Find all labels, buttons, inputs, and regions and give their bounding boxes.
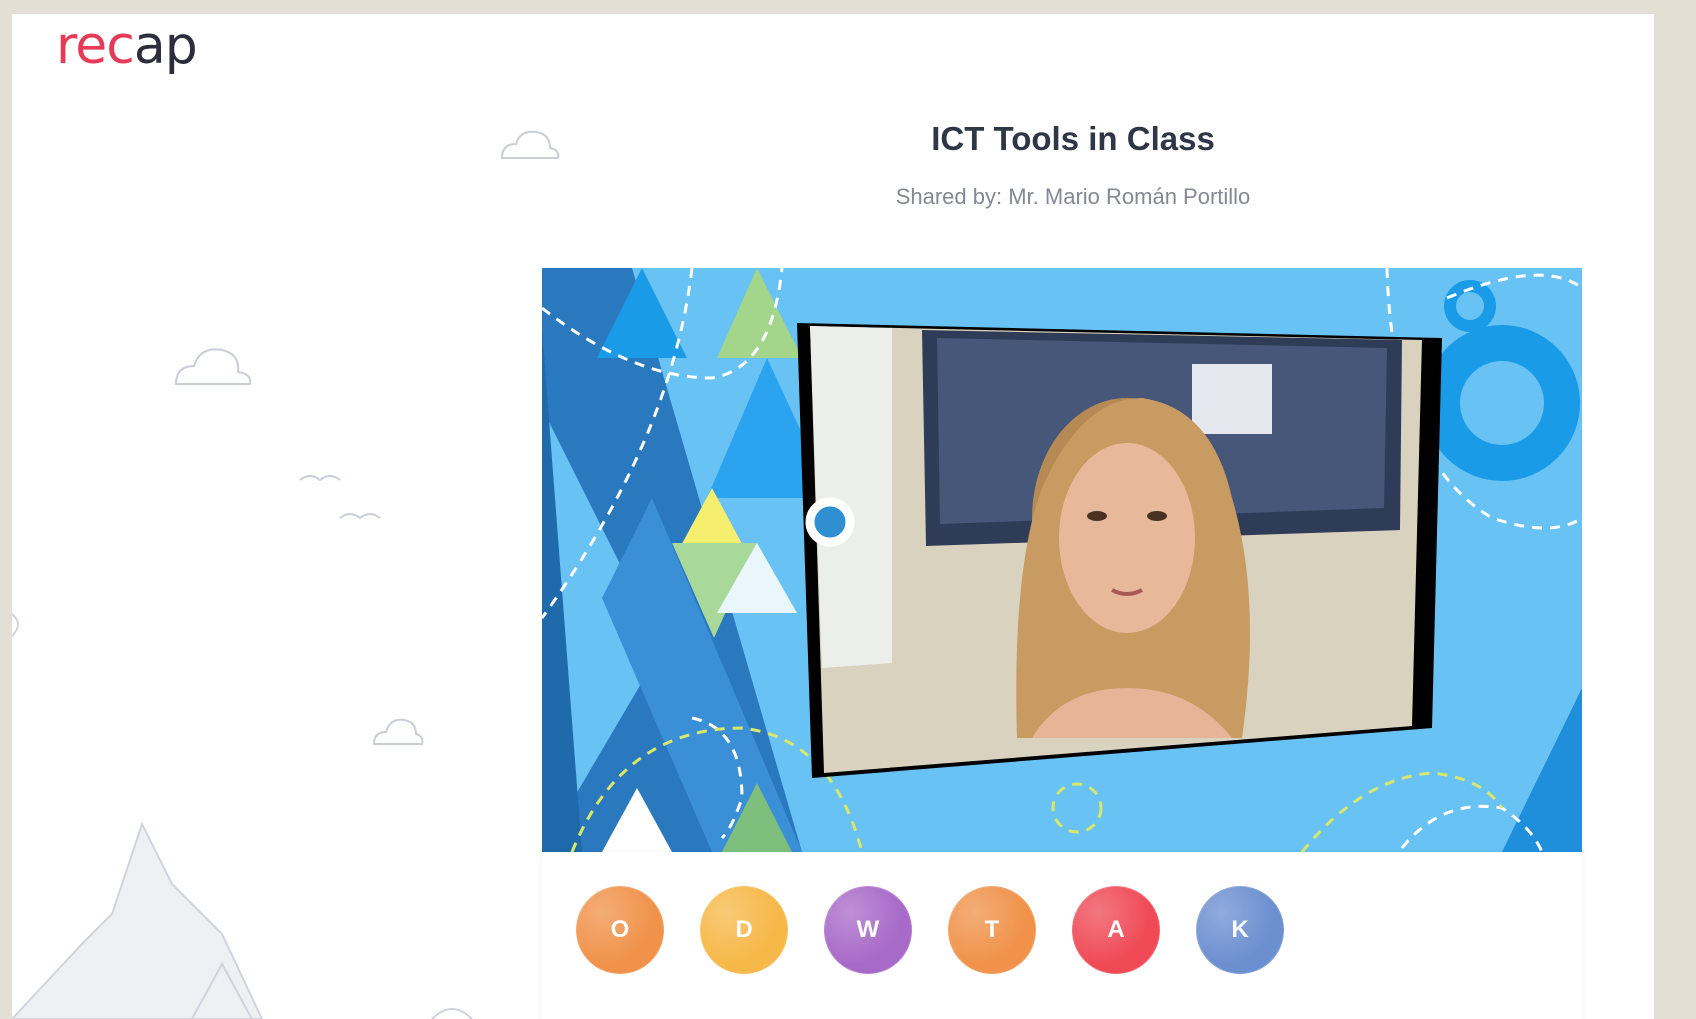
participant-initial: W — [856, 916, 880, 943]
participant-avatar[interactable]: T — [948, 886, 1036, 974]
cloud-icon — [372, 718, 424, 745]
page-title: ICT Tools in Class — [931, 120, 1215, 157]
record-indicator-icon — [805, 497, 855, 547]
participant-avatar[interactable]: A — [1072, 886, 1160, 974]
participant-initial: T — [984, 916, 1000, 943]
participant-avatar[interactable]: D — [700, 886, 788, 974]
participant-initial: A — [1107, 916, 1125, 943]
shared-by-text: Shared by: Mr. Mario Román Portillo — [895, 184, 1251, 209]
participant-initial: K — [1231, 916, 1249, 943]
participant-initial: O — [610, 916, 630, 943]
video-player[interactable] — [542, 268, 1582, 852]
participant-avatar[interactable]: W — [824, 886, 912, 974]
page-frame: recap ICT Tools in Class Shared by: Mr. … — [12, 14, 1654, 1019]
recap-logo[interactable]: recap — [56, 20, 198, 72]
participant-avatar[interactable]: K — [1196, 886, 1284, 974]
participant-avatar[interactable]: O — [576, 886, 664, 974]
participant-avatars: ODWTAK — [576, 886, 1284, 974]
bird-icon — [339, 513, 381, 520]
participants-panel: ODWTAK — [542, 852, 1582, 1019]
participant-initial: D — [735, 916, 753, 943]
bird-icon — [299, 475, 341, 482]
cloud-icon — [174, 348, 252, 385]
mountain-icon — [12, 821, 264, 1019]
